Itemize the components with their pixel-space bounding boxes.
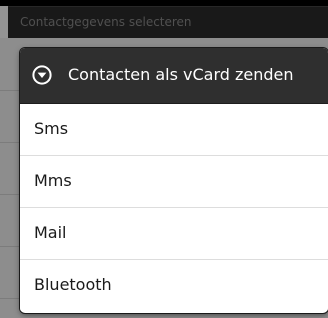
chevron-down-circle-icon (32, 65, 52, 85)
option-label: Mms (34, 171, 72, 190)
option-label: Sms (34, 119, 69, 138)
option-label: Bluetooth (34, 275, 112, 294)
dialog-header: Contacten als vCard zenden (20, 48, 328, 104)
option-mail[interactable]: Mail (20, 208, 328, 260)
option-sms[interactable]: Sms (20, 104, 328, 156)
screen: Contactgegevens selecteren Contacten als… (0, 0, 328, 318)
option-label: Mail (34, 223, 67, 242)
option-mms[interactable]: Mms (20, 156, 328, 208)
dialog-title: Contacten als vCard zenden (68, 65, 294, 84)
option-bluetooth[interactable]: Bluetooth (20, 260, 328, 311)
share-dialog: Contacten als vCard zenden Sms Mms Mail … (20, 48, 328, 313)
dialog-options-list: Sms Mms Mail Bluetooth (20, 104, 328, 311)
